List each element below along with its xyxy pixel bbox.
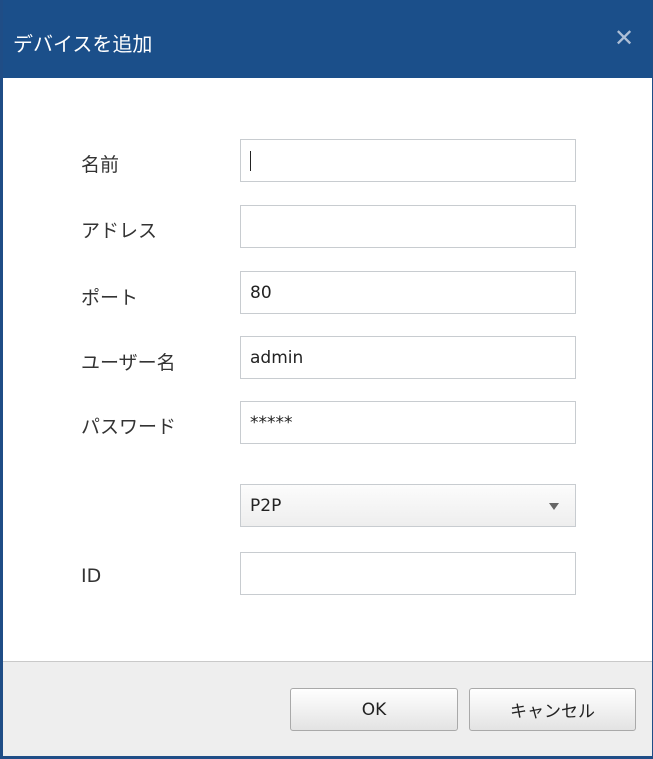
name-field[interactable] (240, 139, 576, 182)
ok-button[interactable]: OK (290, 688, 458, 731)
connection-mode-select[interactable]: P2P (240, 484, 576, 527)
username-label: ユーザー名 (81, 352, 176, 374)
chevron-down-icon (549, 503, 559, 510)
address-field[interactable] (240, 205, 576, 248)
cancel-button[interactable]: キャンセル (469, 688, 636, 731)
password-label: パスワード (81, 416, 177, 438)
name-label: 名前 (81, 154, 120, 176)
add-device-dialog: デバイスを追加 ✕ 名前 アドレス ポート 80 ユーザー名 admin パスワ… (0, 0, 653, 759)
password-field[interactable]: ***** (240, 401, 576, 444)
username-field[interactable]: admin (240, 336, 576, 379)
port-field[interactable]: 80 (240, 271, 576, 314)
id-field[interactable] (240, 552, 576, 595)
text-caret (250, 150, 251, 171)
password-field-value: ***** (250, 412, 293, 433)
username-field-value: admin (250, 347, 304, 368)
dialog-title: デバイスを追加 (13, 32, 153, 56)
port-field-value: 80 (250, 282, 272, 303)
address-label: アドレス (81, 220, 158, 242)
close-icon[interactable]: ✕ (612, 26, 636, 50)
dialog-titlebar: デバイスを追加 ✕ (3, 0, 652, 78)
id-label: ID (81, 565, 102, 587)
connection-mode-value: P2P (250, 495, 282, 516)
port-label: ポート (81, 287, 139, 309)
